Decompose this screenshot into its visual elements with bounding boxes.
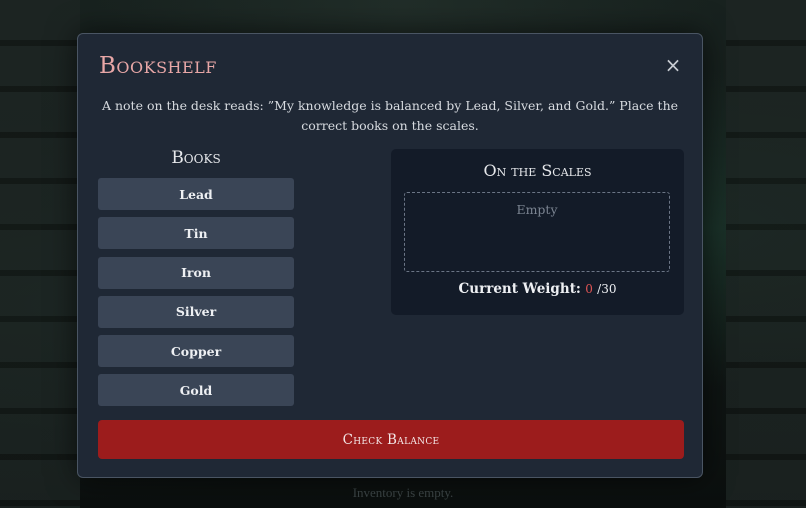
scales-drop-zone[interactable]: Empty [404, 192, 670, 272]
right-bookshelf-decoration [726, 0, 806, 508]
scales-panel: On the Scales Empty Current Weight: 0 /3… [391, 149, 684, 315]
left-bookshelf-decoration [0, 0, 80, 508]
book-button-lead[interactable]: Lead [98, 178, 294, 210]
scales-empty-text: Empty [516, 202, 558, 217]
scales-title: On the Scales [483, 161, 592, 180]
desk-note: A note on the desk reads: ”My knowledge … [101, 98, 679, 133]
book-button-iron[interactable]: Iron [98, 256, 294, 289]
book-button-copper[interactable]: Copper [98, 335, 294, 368]
book-button-silver[interactable]: Silver [98, 295, 294, 328]
books-heading: Books [171, 148, 221, 168]
book-button-gold[interactable]: Gold [98, 374, 294, 407]
modal-title: Bookshelf [99, 53, 217, 79]
max-weight-value: /30 [597, 282, 617, 296]
current-weight: Current Weight: 0 /30 [391, 281, 684, 297]
inventory-status: Inventory is empty. [352, 485, 454, 500]
current-weight-label: Current Weight: [458, 281, 581, 297]
bookshelf-modal: Bookshelf × A note on the desk reads: ”M… [77, 33, 703, 478]
check-balance-button[interactable]: Check Balance [98, 420, 684, 459]
close-icon[interactable]: × [662, 54, 684, 76]
current-weight-value: 0 [585, 282, 593, 296]
book-list: Lead Tin Iron Silver Copper Gold [98, 178, 294, 414]
book-button-tin[interactable]: Tin [98, 217, 294, 250]
